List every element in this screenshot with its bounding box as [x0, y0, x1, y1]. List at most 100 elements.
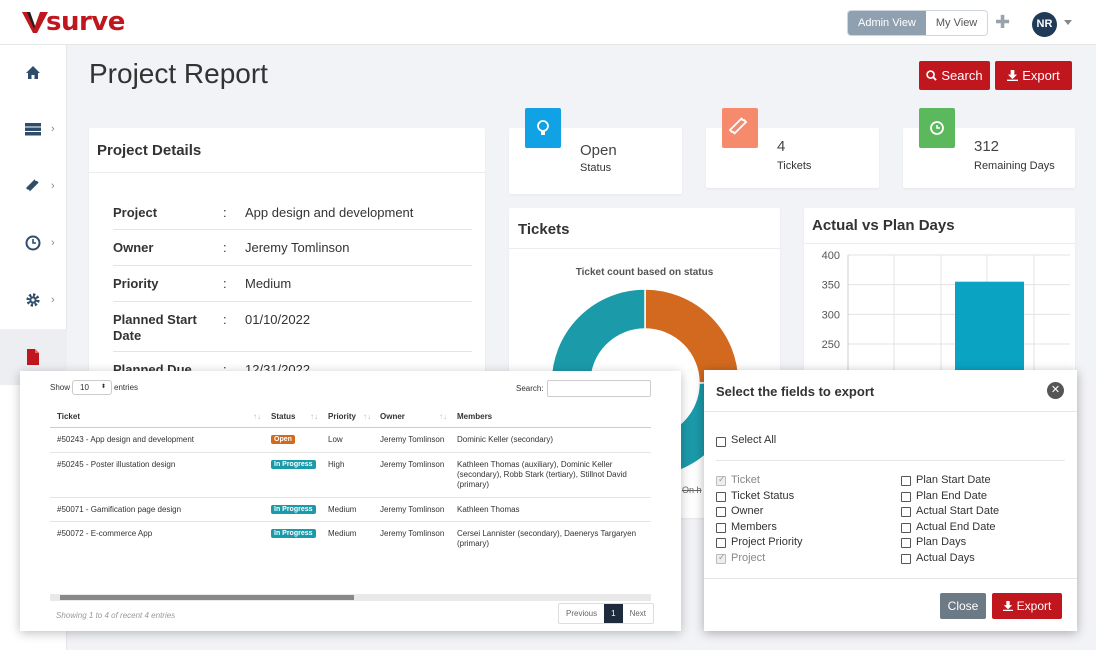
field-label: Plan Start Date — [916, 474, 991, 486]
stat-value: 312 — [974, 138, 1000, 155]
modal-export-label: Export — [1016, 599, 1052, 613]
sidebar-item-home[interactable] — [0, 45, 67, 101]
project-details-card: Project Details Project : App design and… — [89, 128, 485, 388]
detail-sep: : — [223, 276, 227, 291]
owner-cell: Jeremy Tomlinson — [380, 435, 445, 444]
export-button-label: Export — [1022, 68, 1060, 83]
field-checkbox-actual-start-date[interactable] — [901, 507, 911, 517]
file-icon — [27, 349, 39, 365]
column-header-owner[interactable]: Owner — [380, 412, 405, 421]
stat-label: Tickets — [777, 160, 812, 172]
column-header-members[interactable]: Members — [457, 412, 492, 421]
members-cell: Kathleen Thomas (auxiliary), Dominic Kel… — [457, 460, 627, 489]
field-checkbox-project-priority[interactable] — [716, 538, 726, 548]
field-label: Ticket Status — [731, 490, 795, 502]
table-search-input[interactable] — [547, 380, 651, 397]
admin-view-button[interactable]: Admin View — [848, 11, 926, 35]
close-button[interactable]: Close — [940, 593, 986, 619]
top-bar: surve Admin View My View ✚ NR — [0, 0, 1096, 45]
detail-value: Medium — [245, 276, 292, 291]
stat-label: Status — [580, 162, 612, 174]
page-size-select[interactable]: 10 ⬍ — [72, 380, 112, 395]
entries-label: entries — [114, 383, 139, 392]
server-icon — [25, 123, 41, 136]
ticket-link[interactable]: #50072 - E-commerce App — [57, 529, 152, 539]
status-badge: Open — [271, 435, 295, 444]
page-size-value: 10 — [80, 383, 89, 392]
previous-page-button[interactable]: Previous — [559, 604, 604, 623]
field-checkbox-owner[interactable] — [716, 507, 726, 517]
plus-icon[interactable]: ✚ — [995, 12, 1010, 33]
field-label: Project — [731, 552, 766, 564]
ticket-icon — [722, 108, 758, 148]
field-checkbox-plan-end-date[interactable] — [901, 492, 911, 502]
owner-cell: Jeremy Tomlinson — [380, 529, 445, 538]
select-all-label[interactable]: Select All — [731, 434, 776, 446]
next-page-button[interactable]: Next — [623, 604, 653, 623]
pagination: Previous 1 Next — [558, 603, 655, 624]
sidebar-item-server[interactable]: › — [0, 101, 67, 157]
brand-logo[interactable]: surve — [22, 6, 125, 38]
priority-cell: Medium — [328, 529, 357, 538]
sidebar-item-tickets[interactable]: › — [0, 158, 67, 214]
field-checkbox-plan-start-date[interactable] — [901, 476, 911, 486]
priority-cell: Medium — [328, 505, 357, 514]
donut-slice-open[interactable] — [644, 288, 740, 384]
scrollbar-thumb[interactable] — [60, 595, 354, 600]
logo-mark-icon — [22, 12, 48, 33]
status-badge: In Progress — [271, 529, 316, 538]
field-label: Plan End Date — [916, 490, 987, 502]
y-tick-label: 350 — [822, 280, 840, 292]
column-header-ticket[interactable]: Ticket — [57, 412, 80, 421]
export-button[interactable]: Export — [995, 61, 1072, 90]
sidebar-item-settings[interactable]: › — [0, 272, 67, 328]
horizontal-scrollbar[interactable] — [50, 594, 651, 601]
field-checkbox-ticket-status[interactable] — [716, 492, 726, 502]
select-all-checkbox[interactable] — [716, 437, 726, 447]
sort-icon[interactable]: ↑↓ — [439, 412, 447, 422]
search-button[interactable]: Search — [919, 61, 990, 90]
sidebar-item-time[interactable]: › — [0, 215, 67, 271]
column-header-priority[interactable]: Priority — [328, 412, 356, 421]
search-icon — [926, 70, 938, 81]
detail-sep: : — [223, 240, 227, 255]
chart-legend-item[interactable]: On h — [682, 485, 702, 495]
detail-key: Project — [113, 205, 158, 220]
field-checkbox-actual-days[interactable] — [901, 554, 911, 564]
page-1-button[interactable]: 1 — [604, 604, 623, 623]
page-title: Project Report — [89, 58, 268, 89]
field-checkbox-members[interactable] — [716, 523, 726, 533]
priority-cell: Low — [328, 435, 343, 444]
sort-icon[interactable]: ↑↓ — [310, 412, 318, 422]
y-tick-label: 300 — [822, 309, 840, 321]
field-label: Plan Days — [916, 536, 967, 548]
export-fields-modal: Select the fields to export ✕ Select All… — [704, 370, 1077, 631]
members-cell: Kathleen Thomas — [457, 505, 520, 514]
stat-value: Open — [580, 142, 617, 159]
tickets-table-panel: Show 10 ⬍ entries Search: Ticket Status … — [20, 371, 681, 631]
detail-key: Priority — [113, 276, 159, 291]
column-header-status[interactable]: Status — [271, 412, 295, 421]
field-checkbox-plan-days[interactable] — [901, 538, 911, 548]
detail-row-project: Project : App design and development — [113, 202, 472, 230]
gear-icon — [26, 293, 40, 307]
ticket-link[interactable]: #50243 - App design and development — [57, 435, 194, 445]
field-checkbox-actual-end-date[interactable] — [901, 523, 911, 533]
avatar[interactable]: NR — [1032, 12, 1057, 37]
ticket-link[interactable]: #50245 - Poster illustation design — [57, 460, 175, 470]
field-label: Members — [731, 521, 777, 533]
y-tick-label: 400 — [822, 250, 840, 262]
ticket-link[interactable]: #50071 - Gamification page design — [57, 505, 181, 515]
modal-export-button[interactable]: Export — [992, 593, 1062, 619]
sort-icon[interactable]: ↑↓ — [253, 412, 261, 422]
owner-cell: Jeremy Tomlinson — [380, 460, 445, 469]
clock-icon — [25, 235, 41, 251]
field-checkbox-project[interactable] — [716, 552, 726, 564]
project-details-title: Project Details — [97, 142, 202, 159]
detail-key: Planned Start Date — [113, 312, 197, 343]
field-checkbox-ticket[interactable] — [716, 474, 726, 486]
close-icon[interactable]: ✕ — [1047, 382, 1064, 399]
chevron-down-icon[interactable] — [1064, 20, 1072, 25]
sort-icon[interactable]: ↑↓ — [363, 412, 371, 422]
my-view-button[interactable]: My View — [925, 11, 988, 35]
